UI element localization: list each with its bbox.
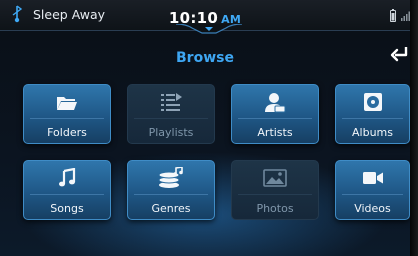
browse-screen: Sleep Away 10:10 AM Browse Folders Playl… <box>0 0 410 256</box>
tile-label: Albums <box>352 126 393 139</box>
pulldown-handle[interactable] <box>176 24 242 34</box>
tile-label: Genres <box>151 202 191 215</box>
album-icon <box>336 89 409 115</box>
tile-divider <box>238 118 312 119</box>
tile-photos: Photos <box>231 160 319 220</box>
tile-divider <box>238 194 312 195</box>
photo-icon <box>232 165 318 191</box>
folder-icon <box>24 89 110 115</box>
tile-artists[interactable]: Artists <box>231 84 319 144</box>
tile-label: Folders <box>47 126 87 139</box>
genres-icon <box>128 165 214 191</box>
tile-divider <box>30 194 104 195</box>
video-camera-icon <box>336 165 409 191</box>
tile-genres[interactable]: Genres <box>127 160 215 220</box>
bezel <box>410 0 418 256</box>
tile-songs[interactable]: Songs <box>23 160 111 220</box>
page-title: Browse <box>176 50 234 66</box>
tile-playlists: Playlists <box>127 84 215 144</box>
playlist-icon <box>128 89 214 115</box>
tile-label: Songs <box>50 202 84 215</box>
back-arrow-icon[interactable] <box>389 44 409 62</box>
tile-videos[interactable]: Videos <box>335 160 410 220</box>
tile-divider <box>134 194 208 195</box>
tile-divider <box>342 118 403 119</box>
music-note-icon <box>24 165 110 191</box>
tile-folders[interactable]: Folders <box>23 84 111 144</box>
tile-label: Videos <box>354 202 391 215</box>
tile-albums[interactable]: Albums <box>335 84 410 144</box>
tile-divider <box>134 118 208 119</box>
tile-divider <box>30 118 104 119</box>
artist-icon <box>232 89 318 115</box>
tile-label: Artists <box>257 126 293 139</box>
battery-icon <box>390 9 396 22</box>
tile-label: Photos <box>256 202 294 215</box>
tile-label: Playlists <box>148 126 194 139</box>
tile-divider <box>342 194 403 195</box>
signal-icon <box>401 11 410 21</box>
